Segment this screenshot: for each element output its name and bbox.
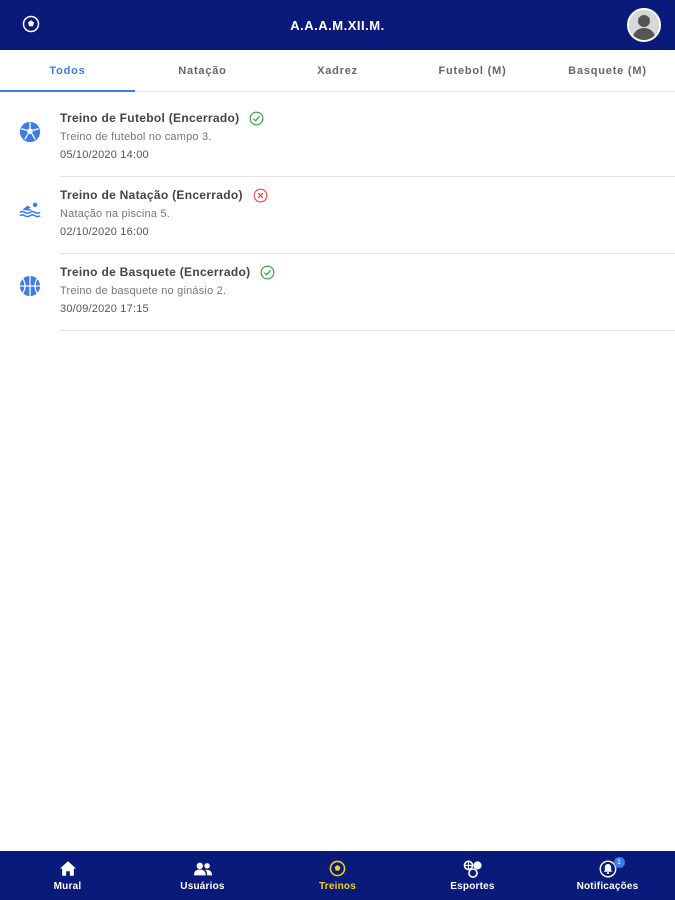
nav-treinos[interactable]: Treinos	[270, 851, 405, 900]
avatar[interactable]	[627, 8, 661, 42]
nav-label: Esportes	[450, 880, 495, 892]
training-description: Treino de futebol no campo 3.	[60, 131, 212, 143]
training-title: Treino de Futebol (Encerrado)	[60, 111, 240, 125]
divider	[60, 330, 675, 331]
training-description: Natação na piscina 5.	[60, 208, 170, 220]
check-circle-icon	[249, 111, 264, 126]
training-title: Treino de Natação (Encerrado)	[60, 188, 243, 202]
swimmer-icon	[19, 198, 41, 220]
nav-mural[interactable]: Mural	[0, 851, 135, 900]
x-circle-icon	[253, 188, 268, 203]
home-icon	[58, 860, 78, 878]
nav-label: Notificações	[576, 880, 639, 892]
nav-label: Mural	[53, 880, 82, 892]
list-item[interactable]: Treino de Natação (Encerrado) Natação na…	[0, 177, 675, 254]
tab-todos[interactable]: Todos	[0, 50, 135, 92]
training-list: Treino de Futebol (Encerrado) Treino de …	[0, 100, 675, 331]
list-item[interactable]: Treino de Futebol (Encerrado) Treino de …	[0, 100, 675, 177]
tab-futebol[interactable]: Futebol (M)	[405, 50, 540, 91]
tab-basquete[interactable]: Basquete (M)	[540, 50, 675, 91]
soccer-ball-icon[interactable]	[20, 13, 42, 35]
tab-xadrez[interactable]: Xadrez	[270, 50, 405, 91]
training-datetime: 05/10/2020 14:00	[60, 149, 149, 161]
soccer-ball-icon	[19, 121, 41, 143]
nav-notificacoes[interactable]: 1 Notificações	[540, 851, 675, 900]
training-title: Treino de Basquete (Encerrado)	[60, 265, 251, 279]
app-title: A.A.A.M.XII.M.	[290, 17, 385, 33]
sport-filter-tabs: Todos Natação Xadrez Futebol (M) Basquet…	[0, 50, 675, 92]
nav-usuarios[interactable]: Usuários	[135, 851, 270, 900]
list-item[interactable]: Treino de Basquete (Encerrado) Treino de…	[0, 254, 675, 331]
training-datetime: 02/10/2020 16:00	[60, 226, 149, 238]
notification-badge: 1	[613, 857, 625, 868]
top-app-bar: A.A.A.M.XII.M.	[0, 0, 675, 50]
training-description: Treino de basquete no ginásio 2.	[60, 285, 227, 297]
nav-label: Treinos	[319, 880, 356, 892]
basketball-icon	[19, 275, 41, 297]
nav-esportes[interactable]: Esportes	[405, 851, 540, 900]
nav-label: Usuários	[180, 880, 225, 892]
soccer-ball-icon	[328, 860, 348, 878]
tab-natacao[interactable]: Natação	[135, 50, 270, 91]
sports-icon	[463, 860, 483, 878]
check-circle-icon	[260, 265, 275, 280]
users-icon	[193, 860, 213, 878]
bottom-navigation: Mural Usuários Treinos Esportes 1 Notifi…	[0, 851, 675, 900]
training-datetime: 30/09/2020 17:15	[60, 303, 149, 315]
